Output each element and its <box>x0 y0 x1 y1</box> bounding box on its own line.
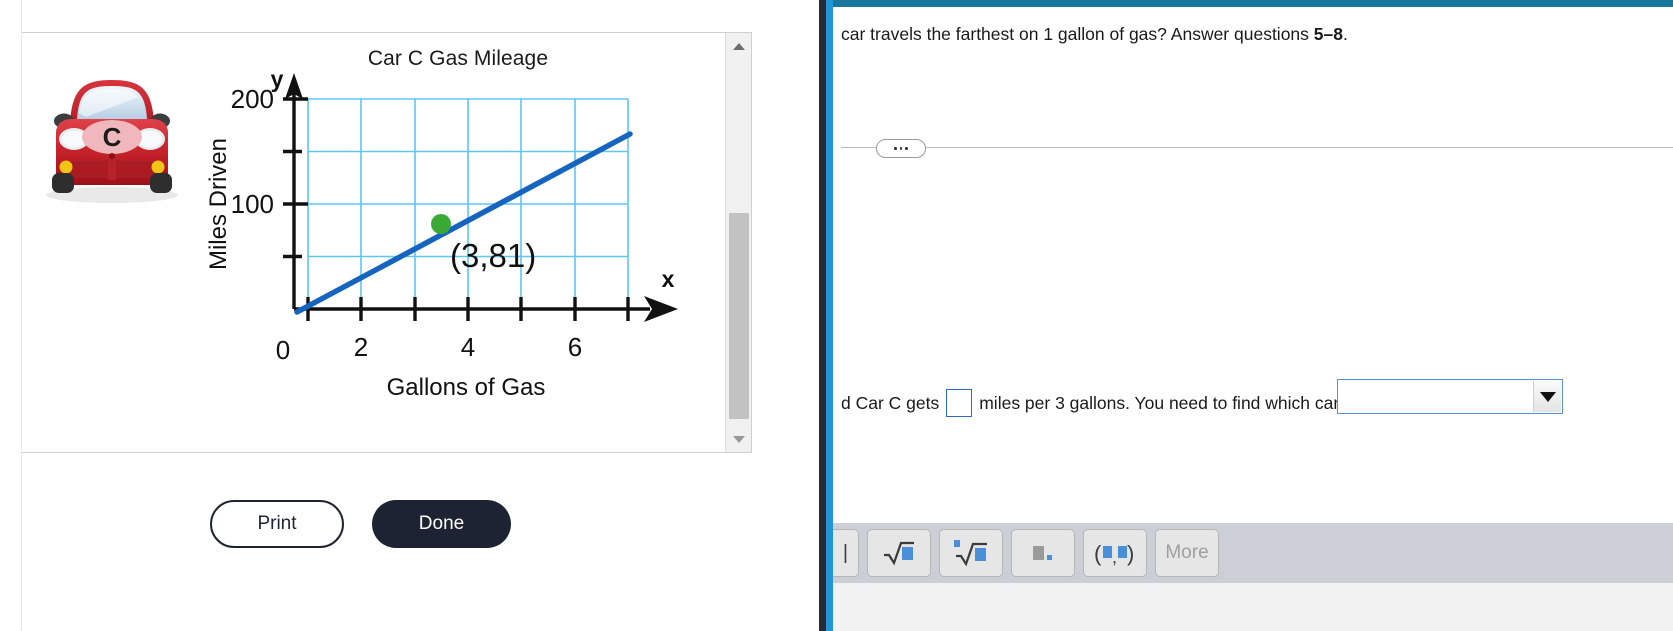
statement-text-before: d Car C gets <box>841 392 940 413</box>
worksheet-panel: car travels the farthest on 1 gallon of … <box>819 0 1673 631</box>
math-palette-buttons: | (,) More <box>833 523 1219 583</box>
figure-scrollbar[interactable] <box>725 33 751 452</box>
statement-text-after: miles per 3 gallons. You need to find wh… <box>979 392 1373 413</box>
answer-dropdown[interactable] <box>1337 379 1563 414</box>
scroll-up-arrow-icon[interactable] <box>726 35 752 57</box>
print-button[interactable]: Print <box>210 500 344 548</box>
svg-text:,: , <box>1112 547 1117 566</box>
expand-ellipsis-button[interactable] <box>876 139 926 158</box>
xtick-label-6: 6 <box>568 332 582 362</box>
ordered-pair-button[interactable]: (,) <box>1083 529 1147 577</box>
svg-text:C: C <box>103 122 122 152</box>
question-range-label: 5–8 <box>1313 24 1343 44</box>
panel-dark-rail <box>819 0 826 631</box>
x-axis-title: Gallons of Gas <box>387 374 546 401</box>
repeating-decimal-button[interactable] <box>1011 529 1075 577</box>
chevron-down-icon[interactable] <box>1533 381 1561 412</box>
divider-rule <box>841 147 1673 148</box>
scroll-down-arrow-icon[interactable] <box>726 428 752 450</box>
svg-text:(: ( <box>1094 541 1102 566</box>
panel-left-edge <box>0 0 22 631</box>
scrollbar-thumb[interactable] <box>729 213 749 419</box>
math-toolbar-footer <box>833 583 1673 631</box>
y-axis-title: Miles Driven <box>205 138 232 270</box>
cursor-bar-button[interactable]: | <box>833 529 859 577</box>
x-axis-name: x <box>662 266 675 292</box>
statement-line: d Car C gets miles per 3 gallons. You ne… <box>841 389 1372 417</box>
answer-blank-input[interactable] <box>946 389 973 417</box>
question-prompt-line: car travels the farthest on 1 gallon of … <box>841 24 1348 45</box>
ellipsis-dot-icon <box>899 147 903 150</box>
plotted-point-marker <box>431 214 451 234</box>
svg-text:): ) <box>1127 541 1134 566</box>
chart-line-series <box>294 131 633 315</box>
xtick-label-4: 4 <box>461 332 475 362</box>
math-palette-toolbar: | (,) More <box>833 523 1673 583</box>
chart-container: Car C Gas Mileage y x 200 100 0 2 4 6 (3… <box>198 37 718 447</box>
panel-top-teal-bar <box>833 0 1673 7</box>
ytick-label-100: 100 <box>231 189 274 219</box>
chart-svg: y x 200 100 0 2 4 6 (3,81) Miles Driven … <box>205 69 678 401</box>
chart-title: Car C Gas Mileage <box>367 47 549 70</box>
question-prompt-text: car travels the farthest on 1 gallon of … <box>841 24 1314 44</box>
ytick-label-200: 200 <box>231 84 274 114</box>
origin-label: 0 <box>276 335 290 365</box>
done-button[interactable]: Done <box>372 500 511 548</box>
xtick-label-2: 2 <box>354 332 368 362</box>
screen-root: C Car C Gas Mileage y x 200 100 0 2 4 6 … <box>0 0 1673 631</box>
panel-blue-rail <box>826 0 833 631</box>
more-button[interactable]: More <box>1155 529 1219 577</box>
point-annotation-label: (3,81) <box>450 237 536 274</box>
question-prompt-period: . <box>1342 24 1348 44</box>
square-root-button[interactable] <box>867 529 931 577</box>
red-car-front-view-image: C <box>26 61 198 211</box>
nth-root-button[interactable] <box>939 529 1003 577</box>
modal-button-row: Print Done <box>22 495 752 555</box>
ellipsis-dot-icon <box>894 147 897 150</box>
section-divider <box>841 139 1673 158</box>
ellipsis-dot-icon <box>905 147 908 150</box>
figure-frame: C Car C Gas Mileage y x 200 100 0 2 4 6 … <box>22 32 752 453</box>
worksheet-content: car travels the farthest on 1 gallon of … <box>833 7 1673 631</box>
figure-modal-panel: C Car C Gas Mileage y x 200 100 0 2 4 6 … <box>0 0 828 631</box>
